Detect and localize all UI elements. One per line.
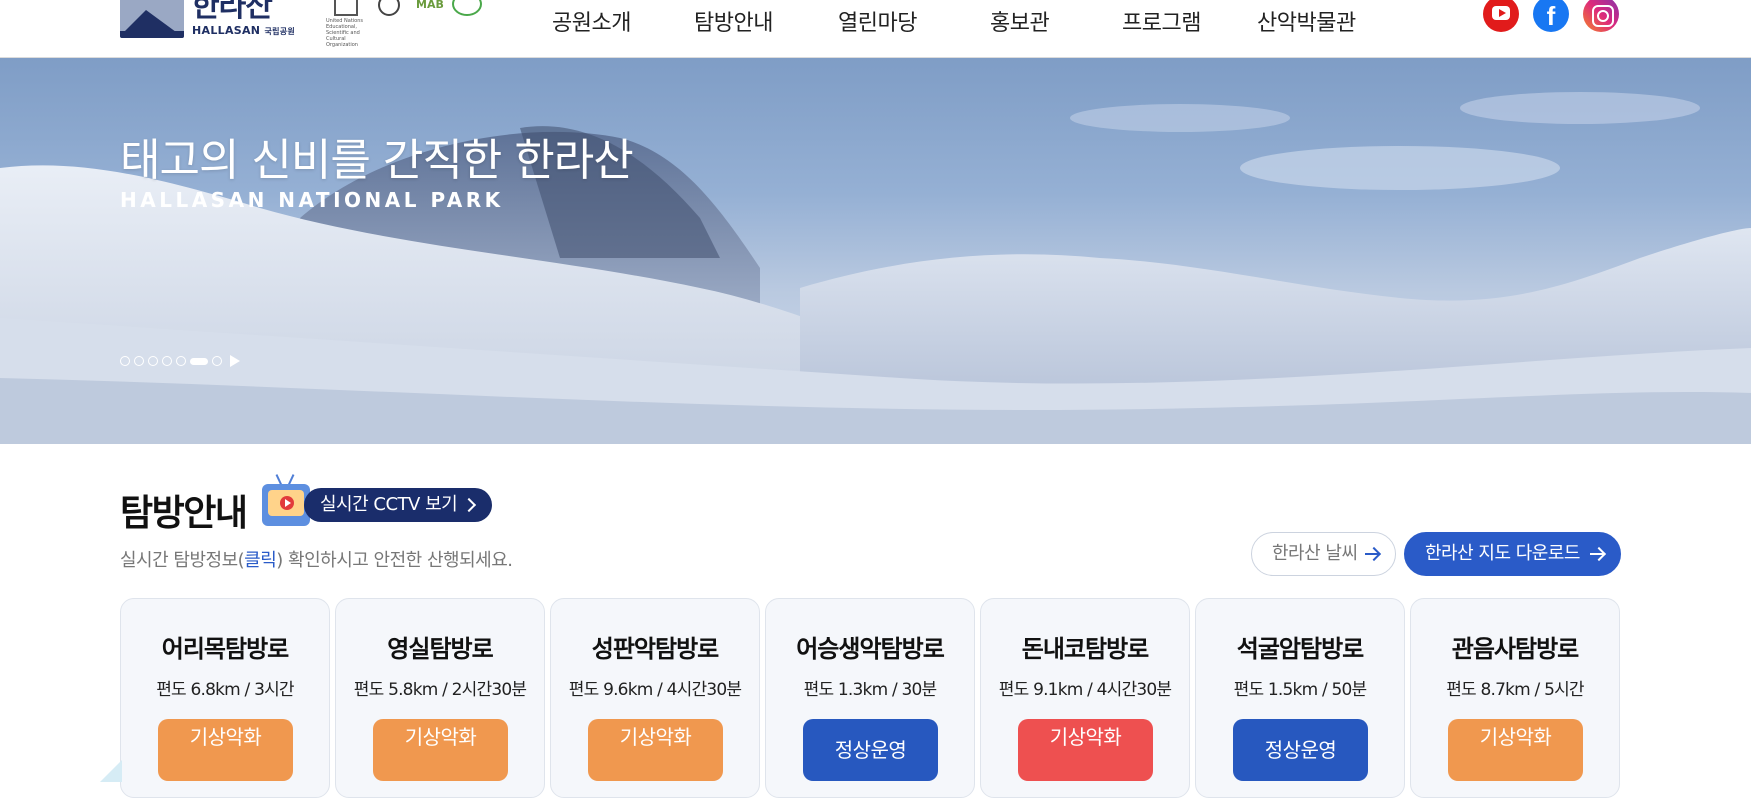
trail-name: 석굴암탐방로 bbox=[1236, 635, 1364, 663]
trail-status-badge: 기상악화 bbox=[588, 719, 723, 781]
trail-info: 편도 1.5km / 50분 bbox=[1233, 680, 1368, 700]
trail-info: 편도 6.8km / 3시간 bbox=[156, 680, 294, 700]
trail-name: 성판악탐방로 bbox=[591, 635, 719, 663]
section-description: 실시간 탐방정보(클릭) 확인하시고 안전한 산행되세요. bbox=[120, 546, 513, 572]
weather-label: 한라산 날씨 bbox=[1272, 543, 1358, 564]
slide-dot[interactable] bbox=[148, 356, 158, 366]
trail-status-badge: 기상악화 bbox=[1448, 719, 1583, 781]
trail-name: 어리목탐방로 bbox=[161, 635, 289, 663]
trail-status-badge: 기상악화 bbox=[373, 719, 508, 781]
trail-status-badge: 정상운영 bbox=[803, 719, 938, 781]
nav-item-museum[interactable]: 산악박물관 bbox=[1257, 5, 1356, 37]
section-title: 탐방안내 bbox=[120, 493, 248, 534]
cctv-button[interactable]: 실시간 CCTV 보기 bbox=[304, 488, 492, 522]
youtube-icon[interactable] bbox=[1483, 0, 1519, 32]
trail-name: 영실탐방로 bbox=[387, 635, 493, 663]
desc-text: 실시간 탐방정보( bbox=[120, 550, 245, 571]
instagram-icon[interactable] bbox=[1583, 0, 1619, 32]
trail-card[interactable]: 어리목탐방로 편도 6.8km / 3시간 기상악화 bbox=[120, 598, 330, 798]
unesco-temple-icon bbox=[334, 0, 358, 16]
trail-card[interactable]: 성판악탐방로 편도 9.6km / 4시간30분 기상악화 bbox=[550, 598, 760, 798]
partner-org-logos: United Nations Educational, Scientific a… bbox=[326, 0, 486, 48]
nav-item-program[interactable]: 프로그램 bbox=[1122, 5, 1201, 37]
trail-info: 편도 9.1km / 4시간30분 bbox=[998, 680, 1172, 700]
cctv-label: 실시간 CCTV 보기 bbox=[320, 494, 458, 515]
slide-pagination bbox=[120, 354, 240, 368]
trail-status-badge: 정상운영 bbox=[1233, 719, 1368, 781]
weather-button[interactable]: 한라산 날씨 bbox=[1251, 532, 1396, 576]
logo-text-en: HALLASAN 국립공원 bbox=[192, 24, 295, 37]
trail-card[interactable]: 관음사탐방로 편도 8.7km / 5시간 기상악화 bbox=[1410, 598, 1620, 798]
trail-name: 어승생악탐방로 bbox=[796, 635, 945, 663]
trail-card[interactable]: 돈내코탐방로 편도 9.1km / 4시간30분 기상악화 bbox=[980, 598, 1190, 798]
mountain-logo-icon bbox=[120, 0, 184, 38]
slide-dot[interactable] bbox=[162, 356, 172, 366]
nav-item-pr-hall[interactable]: 홍보관 bbox=[990, 5, 1050, 37]
trail-card-list: 어리목탐방로 편도 6.8km / 3시간 기상악화 영실탐방로 편도 5.8k… bbox=[120, 598, 1620, 798]
desc-text: ) 확인하시고 안전한 산행되세요. bbox=[276, 550, 513, 571]
heritage-ring-icon bbox=[378, 0, 400, 16]
trail-status-badge: 기상악화 bbox=[1018, 719, 1153, 781]
trail-card[interactable]: 어승생악탐방로 편도 1.3km / 30분 정상운영 bbox=[765, 598, 975, 798]
site-header: 한라산 HALLASAN 국립공원 United Nations Educati… bbox=[0, 0, 1751, 58]
slide-dot-active[interactable] bbox=[190, 357, 208, 365]
trail-card[interactable]: 석굴암탐방로 편도 1.5km / 50분 정상운영 bbox=[1195, 598, 1405, 798]
slide-dot[interactable] bbox=[120, 356, 130, 366]
slide-dot[interactable] bbox=[212, 356, 222, 366]
decorative-shape bbox=[100, 760, 122, 782]
mab-label: MAB bbox=[416, 0, 444, 11]
trail-name: 돈내코탐방로 bbox=[1021, 635, 1149, 663]
hero-subtitle: HALLASAN NATIONAL PARK bbox=[120, 188, 504, 212]
arrow-right-icon bbox=[1590, 553, 1604, 555]
trail-info: 편도 5.8km / 2시간30분 bbox=[353, 680, 527, 700]
trail-info: 편도 9.6km / 4시간30분 bbox=[568, 680, 742, 700]
logo-text-ko: 한라산 bbox=[192, 0, 273, 24]
map-download-label: 한라산 지도 다운로드 bbox=[1425, 543, 1580, 564]
nav-item-open-forum[interactable]: 열린마당 bbox=[838, 5, 917, 37]
hallasan-logo[interactable]: 한라산 HALLASAN 국립공원 bbox=[120, 0, 300, 44]
trail-info: 편도 8.7km / 5시간 bbox=[1446, 680, 1584, 700]
nav-item-trail-guide[interactable]: 탐방안내 bbox=[694, 5, 773, 37]
nav-item-park-intro[interactable]: 공원소개 bbox=[552, 5, 631, 37]
slide-dot[interactable] bbox=[176, 356, 186, 366]
hero-banner: 태고의 신비를 간직한 한라산 HALLASAN NATIONAL PARK bbox=[0, 58, 1751, 444]
map-download-button[interactable]: 한라산 지도 다운로드 bbox=[1404, 532, 1621, 576]
trail-name: 관음사탐방로 bbox=[1451, 635, 1579, 663]
unesco-label: United Nations Educational, Scientific a… bbox=[326, 18, 364, 48]
trail-card[interactable]: 영실탐방로 편도 5.8km / 2시간30분 기상악화 bbox=[335, 598, 545, 798]
logo-en-small: 국립공원 bbox=[264, 27, 296, 36]
desc-link[interactable]: 클릭 bbox=[244, 550, 277, 571]
hero-title: 태고의 신비를 간직한 한라산 bbox=[120, 135, 634, 186]
logo-en-label: HALLASAN bbox=[192, 24, 261, 37]
tv-icon bbox=[262, 474, 310, 530]
arrow-right-icon bbox=[1365, 553, 1379, 555]
trail-status-badge: 기상악화 bbox=[158, 719, 293, 781]
snowy-mountain-image bbox=[0, 92, 1751, 444]
play-icon[interactable] bbox=[230, 355, 240, 367]
geopark-icon bbox=[452, 0, 482, 16]
slide-dot[interactable] bbox=[134, 356, 144, 366]
facebook-icon[interactable]: f bbox=[1533, 0, 1569, 32]
trail-info: 편도 1.3km / 30분 bbox=[803, 680, 938, 700]
chevron-right-icon bbox=[461, 497, 477, 513]
